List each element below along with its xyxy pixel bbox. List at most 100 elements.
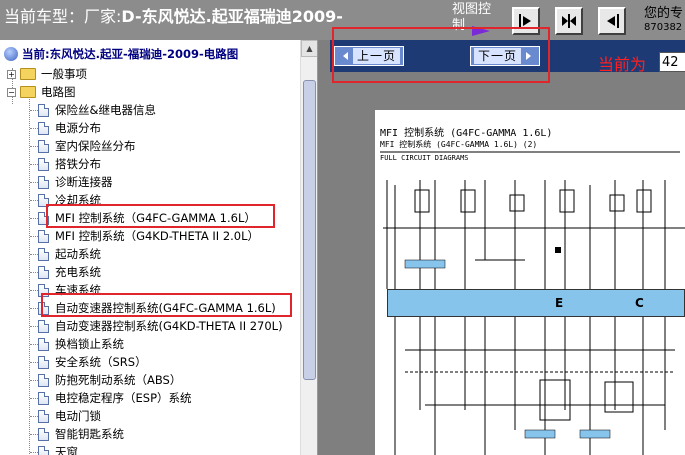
tree-item[interactable]: 起动系统 [38, 245, 101, 263]
tree-line [30, 308, 38, 309]
tree-line [30, 182, 38, 183]
tree-item-label: MFI 控制系统（G4KD-THETA II 2.0L） [55, 229, 260, 243]
tree-line [30, 452, 38, 453]
panel-splitter[interactable] [318, 40, 330, 455]
tree-folder-label: 一般事项 [41, 67, 87, 81]
tree-item-label: 电控稳定程序（ESP）系统 [55, 391, 192, 405]
document-icon [38, 175, 49, 189]
document-icon [38, 229, 49, 243]
split-view-button[interactable] [555, 7, 583, 35]
current-page-label: 当前为 [598, 55, 647, 74]
tree-line [29, 96, 30, 455]
tree-item[interactable]: 充电系统 [38, 263, 101, 281]
tree-item[interactable]: 自动变速器控制系统(G4KD-THETA II 270L) [38, 317, 283, 335]
document-icon [38, 193, 49, 207]
tree-root-label: 当前:东风悦达.起亚-福瑞迪-2009-电路图 [22, 47, 239, 61]
next-page-label: 下一页 [473, 48, 521, 64]
tree-line [30, 164, 38, 165]
document-icon [38, 301, 49, 315]
tree-item[interactable]: 电控稳定程序（ESP）系统 [38, 389, 192, 407]
tree-item-label: 车速系统 [55, 283, 101, 297]
tree-folder-general[interactable]: + 一般事项 [7, 65, 87, 83]
tree-item[interactable]: 冷却系统 [38, 191, 101, 209]
user-id: 870382 [644, 22, 683, 33]
purple-arrow-icon [472, 26, 490, 36]
app-window: 当前车型：厂家:D-东风悦达.起亚福瑞迪2009- 视图控制 您的专 87038… [0, 0, 685, 455]
document-icon [38, 247, 49, 261]
document-icon [38, 337, 49, 351]
prev-page-label: 上一页 [352, 48, 400, 64]
globe-icon [4, 47, 18, 61]
tree-item[interactable]: 换档锁止系统 [38, 335, 124, 353]
vehicle-title: 当前车型：厂家:D-东风悦达.起亚福瑞迪2009- [4, 3, 343, 27]
document-icon [38, 121, 49, 135]
tree-item-label: 保险丝&继电器信息 [55, 103, 156, 117]
document-icon [38, 355, 49, 369]
expand-left-button[interactable] [598, 7, 626, 35]
tree-scrollbar[interactable]: ▲ [300, 40, 317, 455]
tree-line [30, 290, 38, 291]
tree-line [30, 200, 38, 201]
next-page-button[interactable]: 下一页 [470, 46, 540, 66]
document-icon [38, 409, 49, 423]
tree-item[interactable]: 搭铁分布 [38, 155, 101, 173]
scroll-thumb[interactable] [303, 80, 316, 380]
tree-item[interactable]: 电动门锁 [38, 407, 101, 425]
tree-item-label: 换档锁止系统 [55, 337, 124, 351]
tree-item[interactable]: MFI 控制系统（G4KD-THETA II 2.0L） [38, 227, 259, 245]
tree-line [30, 272, 38, 273]
document-icon [38, 157, 49, 171]
expand-right-button[interactable] [512, 7, 540, 35]
tree-item[interactable]: 自动变速器控制系统(G4FC-GAMMA 1.6L) [38, 299, 276, 317]
prev-arrow-icon [342, 52, 348, 60]
tree-folder-circuit[interactable]: − 电路图 [7, 83, 76, 101]
scroll-up-icon[interactable]: ▲ [301, 40, 317, 57]
tree-item-label: 搭铁分布 [55, 157, 101, 171]
tree-line [30, 398, 38, 399]
tree-item[interactable]: 天窗 [38, 443, 78, 455]
tree-item-label: 电源分布 [55, 121, 101, 135]
user-greeting: 您的专 [644, 6, 684, 21]
tree-line [30, 218, 38, 219]
tree-item-label: 自动变速器控制系统(G4KD-THETA II 270L) [55, 319, 283, 333]
tree-root[interactable]: 当前:东风悦达.起亚-福瑞迪-2009-电路图 [4, 45, 238, 63]
document-icon [38, 319, 49, 333]
tree-line [30, 110, 38, 111]
header-bar: 当前车型：厂家:D-东风悦达.起亚福瑞迪2009- 视图控制 您的专 87038… [0, 0, 685, 40]
document-icon [38, 211, 49, 225]
next-arrow-icon [526, 52, 531, 60]
tree-item[interactable]: 诊断连接器 [38, 173, 113, 191]
tree-item-label: 安全系统（SRS） [55, 355, 147, 369]
tree-item[interactable]: 室内保险丝分布 [38, 137, 136, 155]
tree-item-label: 智能钥匙系统 [55, 427, 124, 441]
tree-line [30, 380, 38, 381]
tree-item-label: 天窗 [55, 445, 78, 455]
document-icon [38, 265, 49, 279]
tree-item[interactable]: MFI 控制系统（G4FC-GAMMA 1.6L） [38, 209, 256, 227]
tree-item-label: 室内保险丝分布 [55, 139, 136, 153]
tree-item-label: MFI 控制系统（G4FC-GAMMA 1.6L） [55, 211, 256, 225]
document-icon [38, 391, 49, 405]
prev-page-button[interactable]: 上一页 [334, 46, 404, 66]
tree-line [30, 326, 38, 327]
tree-folder-label: 电路图 [41, 85, 76, 99]
user-info: 您的专 870382 [644, 7, 683, 35]
tree-item-label: 自动变速器控制系统(G4FC-GAMMA 1.6L) [55, 301, 276, 315]
tree-item-label: 充电系统 [55, 265, 101, 279]
document-icon [38, 373, 49, 387]
tree-line [30, 146, 38, 147]
expand-icon[interactable]: + [7, 69, 16, 79]
diagram-panel: 上一页 下一页 当前为 MFI 控制系统 (G4FC-GAMMA 1.6L) M… [330, 27, 685, 455]
folder-open-icon [20, 86, 36, 98]
arrow-left-bar-icon [607, 14, 619, 28]
page-number-input[interactable] [659, 52, 685, 72]
tree-item[interactable]: 电源分布 [38, 119, 101, 137]
tree-item-label: 冷却系统 [55, 193, 101, 207]
tree-item[interactable]: 智能钥匙系统 [38, 425, 124, 443]
collapse-icon[interactable]: − [7, 87, 16, 97]
tree-item[interactable]: 车速系统 [38, 281, 101, 299]
document-icon [38, 445, 49, 455]
tree-item[interactable]: 防抱死制动系统（ABS） [38, 371, 181, 389]
tree-item[interactable]: 安全系统（SRS） [38, 353, 147, 371]
tree-item[interactable]: 保险丝&继电器信息 [38, 101, 156, 119]
